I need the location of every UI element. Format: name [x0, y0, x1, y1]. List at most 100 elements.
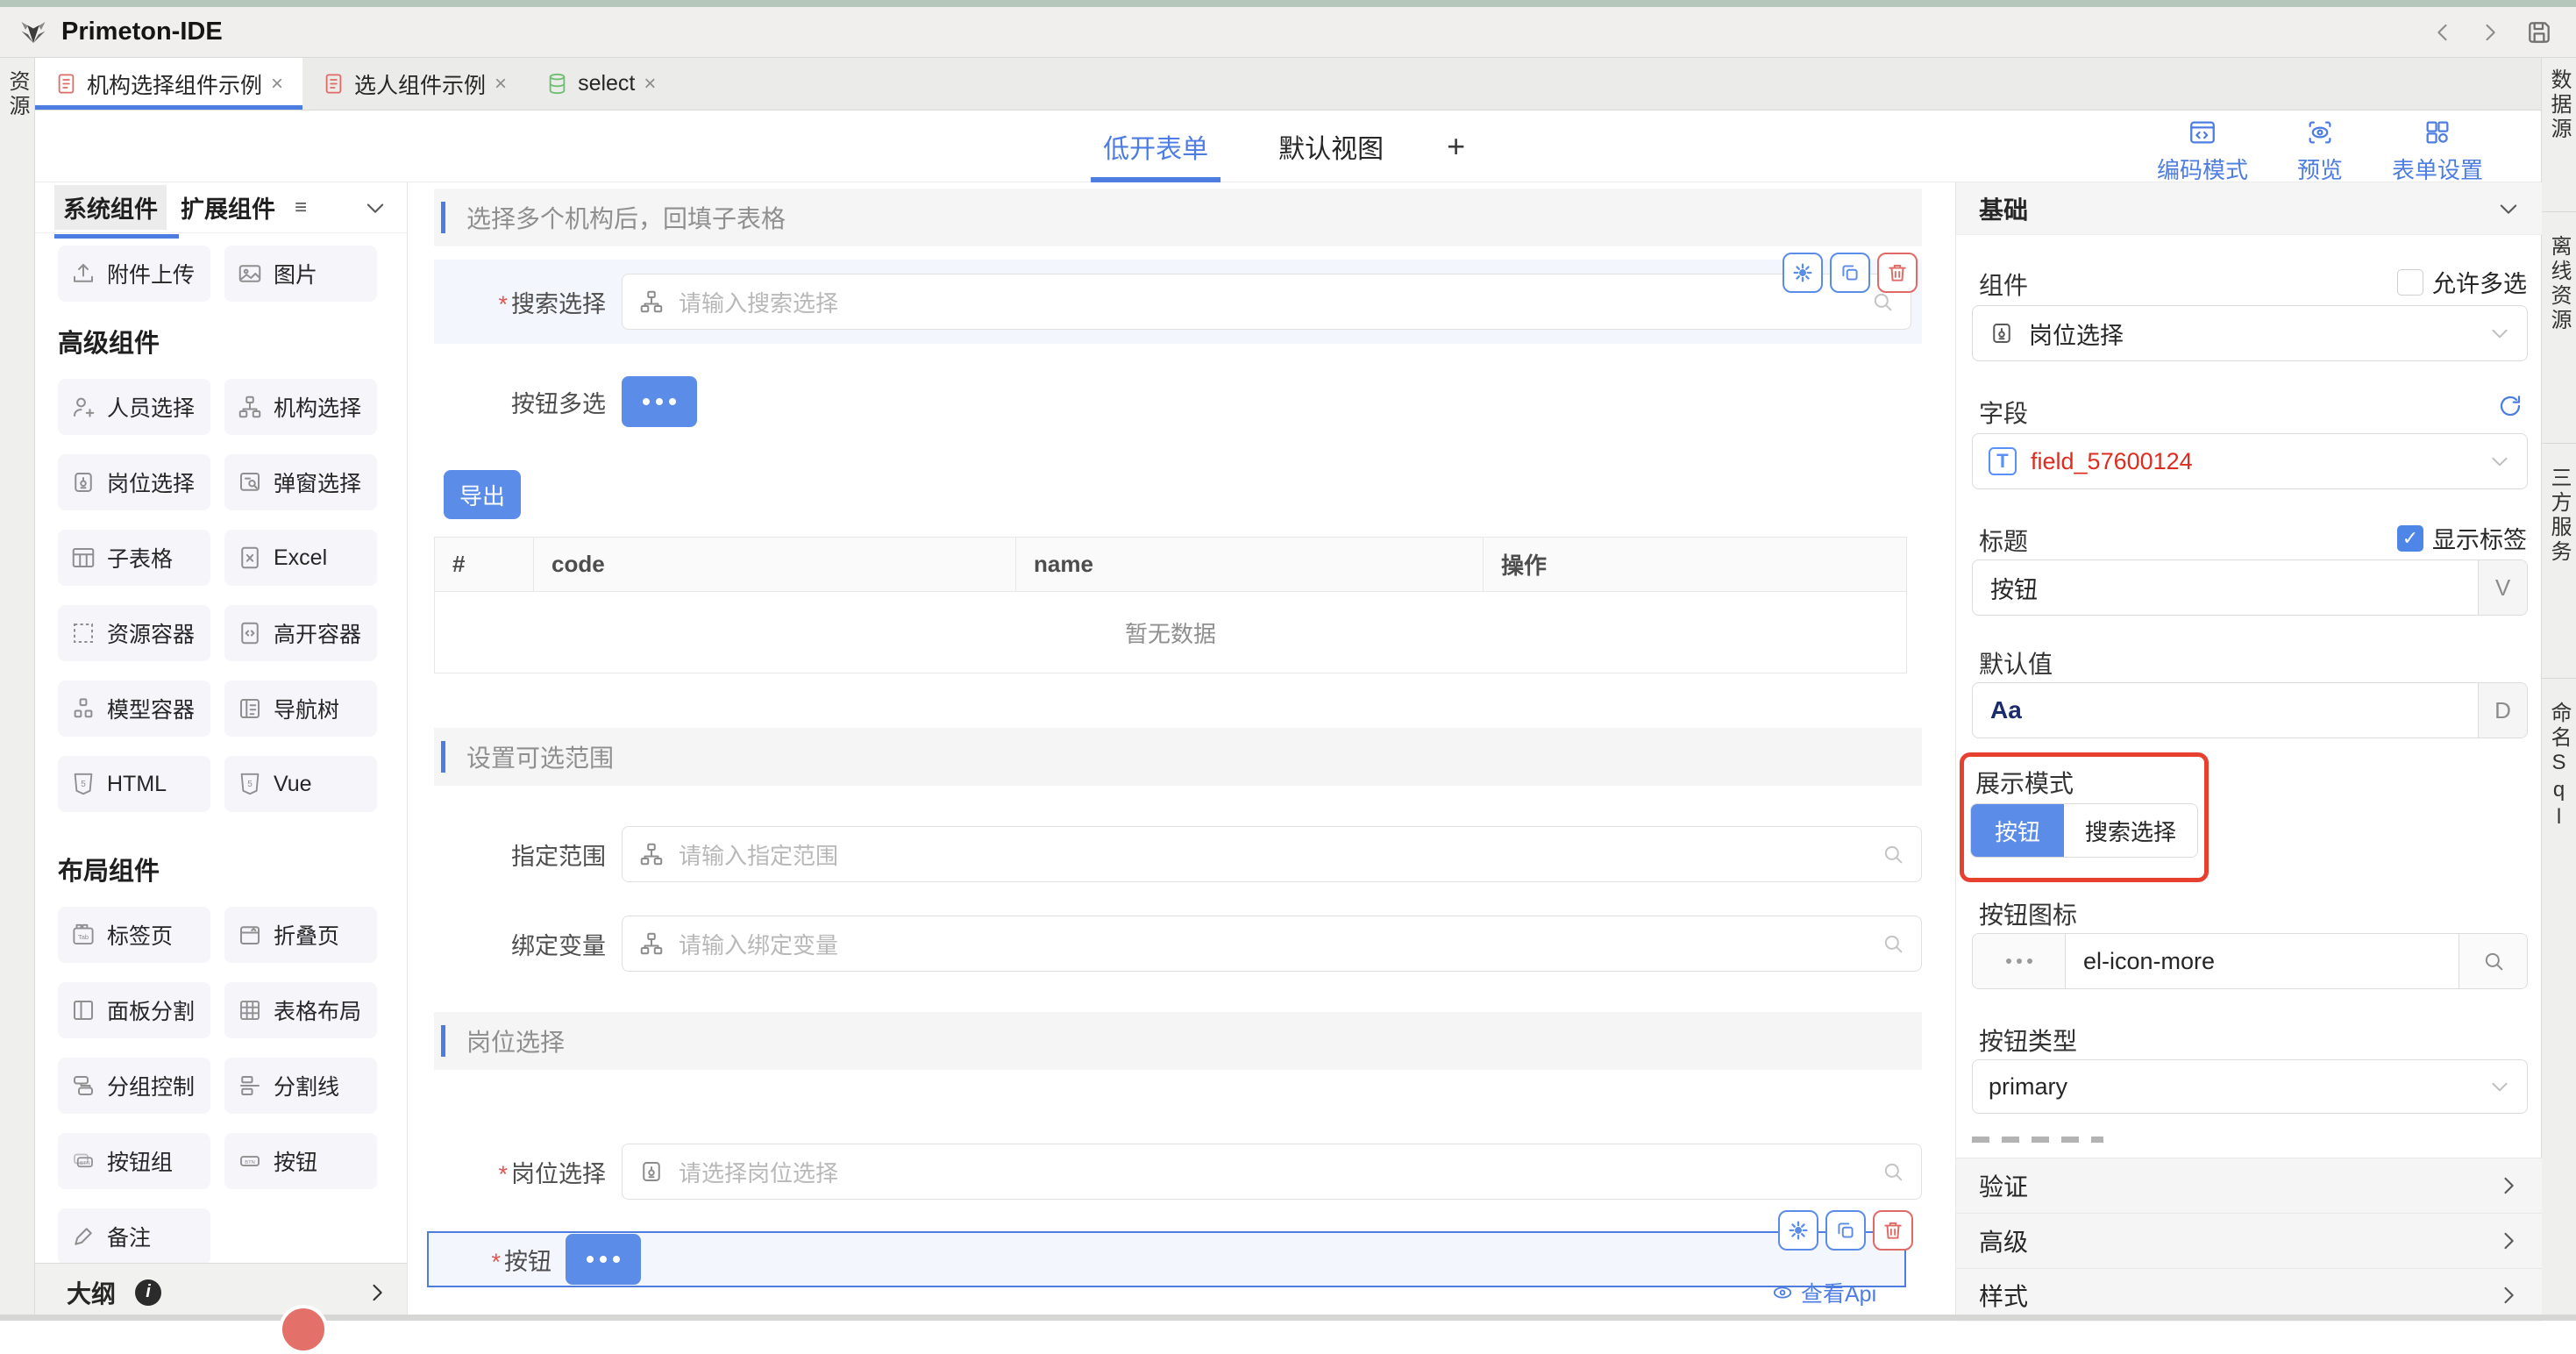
chevron-down-icon[interactable] [363, 196, 388, 220]
group-header-validation[interactable]: 验证 [1956, 1158, 2542, 1213]
component-item[interactable]: 人员选择 [58, 379, 210, 435]
more-button[interactable] [622, 376, 697, 427]
addon-v[interactable]: V [2478, 560, 2527, 615]
group-header-advanced[interactable]: 高级 [1956, 1213, 2542, 1268]
rail-item-offline-resources[interactable]: 离线资源 [2544, 235, 2574, 443]
component-item[interactable]: 子表格 [58, 530, 210, 586]
component-item[interactable]: 标签页 [58, 907, 210, 963]
export-button[interactable]: 导出 [444, 470, 521, 519]
delete-action-button[interactable] [1877, 253, 1918, 293]
code-mode-button[interactable]: 编码模式 [2157, 118, 2248, 185]
component-item[interactable]: 高开容器 [224, 605, 377, 661]
settings-action-button[interactable] [1783, 253, 1823, 293]
close-icon[interactable]: × [495, 72, 507, 96]
component-item[interactable]: 表格布局 [224, 982, 377, 1038]
preview-button[interactable]: 预览 [2297, 118, 2343, 185]
component-item[interactable]: 导航树 [224, 681, 377, 737]
field-row-button-multi[interactable]: 按钮多选 [434, 375, 1922, 428]
more-button[interactable] [566, 1234, 641, 1285]
checkbox-unchecked[interactable] [2397, 269, 2423, 296]
group-header-basic[interactable]: 基础 [1956, 182, 2542, 235]
tab-system-components[interactable]: 系统组件 [54, 185, 167, 230]
doc-tab-select[interactable]: select × [526, 58, 675, 110]
component-item[interactable]: 模型容器 [58, 681, 210, 737]
component-item[interactable]: 机构选择 [224, 379, 377, 435]
close-icon[interactable]: × [644, 72, 656, 96]
view-tab-lowcode-form[interactable]: 低开表单 [1096, 110, 1215, 182]
component-item[interactable]: 折叠页 [224, 907, 377, 963]
list-view-icon[interactable]: ≡ [295, 196, 307, 220]
settings-action-button[interactable] [1778, 1210, 1818, 1251]
field-row-range[interactable]: 指定范围 请输入指定范围 [434, 826, 1922, 882]
checkbox-checked[interactable]: ✓ [2397, 525, 2423, 552]
search-icon[interactable] [1881, 931, 1905, 956]
component-item[interactable]: 附件上传 [58, 246, 210, 302]
outline-bar[interactable]: 大纲 i [35, 1263, 407, 1321]
view-tab-default-view[interactable]: 默认视图 [1271, 110, 1391, 182]
component-item[interactable]: 面板分割 [58, 982, 210, 1038]
tab-extension-components[interactable]: 扩展组件 [181, 190, 275, 224]
component-item[interactable]: 岗位选择 [58, 454, 210, 510]
search-icon[interactable] [1870, 289, 1895, 314]
copy-action-button[interactable] [1825, 1210, 1866, 1251]
field-row-post-select[interactable]: *岗位选择 请选择岗位选择 [434, 1144, 1922, 1200]
rail-item-named-sql[interactable]: 命名Sql [2544, 702, 2574, 912]
rail-item-third-party[interactable]: 三方服务 [2544, 467, 2574, 678]
title-input[interactable]: 按钮 V [1972, 559, 2528, 616]
nav-forward-icon[interactable] [2478, 20, 2502, 45]
default-value-input[interactable]: Aa D [1972, 682, 2528, 738]
view-tabs: 低开表单 默认视图 + [1096, 110, 1465, 182]
component-item[interactable]: 分割线 [224, 1058, 377, 1114]
doc-tab-person-select-demo[interactable]: 选人组件示例 × [302, 58, 526, 110]
post-select-input[interactable]: 请选择岗位选择 [622, 1144, 1922, 1200]
icon-search-button[interactable] [2459, 934, 2527, 988]
component-item[interactable]: 按钮 [224, 1133, 377, 1189]
component-item[interactable]: Excel [224, 530, 377, 586]
close-icon[interactable]: × [271, 72, 283, 96]
selected-field-row-button[interactable]: *按钮 [427, 1231, 1906, 1287]
excel-icon [237, 545, 263, 571]
view-api-link[interactable]: 查看Api [1771, 1277, 1876, 1308]
field-row-search-select[interactable]: *搜索选择 请输入搜索选择 [434, 260, 1922, 344]
field-row-bind-variable[interactable]: 绑定变量 请输入绑定变量 [434, 916, 1922, 972]
range-input[interactable]: 请输入指定范围 [622, 826, 1922, 882]
addon-d[interactable]: D [2478, 683, 2527, 738]
refresh-icon[interactable] [2497, 393, 2523, 419]
form-settings-button[interactable]: 表单设置 [2392, 118, 2483, 185]
field-select[interactable]: T field_57600124 [1972, 433, 2528, 489]
component-select[interactable]: 岗位选择 [1972, 305, 2528, 361]
add-view-button[interactable]: + [1447, 128, 1465, 165]
bind-variable-input[interactable]: 请输入绑定变量 [622, 916, 1922, 972]
component-item[interactable]: Vue [224, 756, 377, 812]
search-icon[interactable] [1881, 842, 1905, 866]
group-header-style[interactable]: 样式 [1956, 1268, 2542, 1322]
search-icon[interactable] [1881, 1159, 1905, 1184]
show-label-checkbox[interactable]: ✓ 显示标签 [2397, 521, 2527, 555]
component-item[interactable]: 备注 [58, 1208, 210, 1265]
component-item-label: 面板分割 [107, 994, 195, 1026]
delete-action-button[interactable] [1873, 1210, 1913, 1251]
component-item[interactable]: 图片 [224, 246, 377, 302]
component-item[interactable]: 弹窗选择 [224, 454, 377, 510]
component-item[interactable]: 按钮组 [58, 1133, 210, 1189]
component-item[interactable]: HTML [58, 756, 210, 812]
nav-back-icon[interactable] [2430, 20, 2455, 45]
chevron-right-icon[interactable] [365, 1280, 389, 1305]
copy-action-button[interactable] [1830, 253, 1870, 293]
notification-badge[interactable] [279, 1305, 328, 1354]
doc-tab-org-select-demo[interactable]: 机构选择组件示例 × [35, 58, 302, 110]
search-select-input[interactable]: 请输入搜索选择 [622, 274, 1911, 330]
component-item[interactable]: 资源容器 [58, 605, 210, 661]
rail-item-datasource[interactable]: 数据源 [2544, 68, 2574, 211]
left-rail-resources[interactable]: 资源 [2, 70, 32, 119]
info-icon[interactable]: i [135, 1279, 161, 1306]
code-file-icon [237, 620, 263, 646]
component-item[interactable]: 分组控制 [58, 1058, 210, 1114]
component-grid-layout: 标签页折叠页面板分割表格布局分组控制分割线按钮组按钮备注 [58, 907, 377, 1265]
allow-multi-checkbox[interactable]: 允许多选 [2397, 265, 2527, 299]
save-icon[interactable] [2525, 18, 2553, 46]
component-sidebar: 系统组件 扩展组件 ≡ 附件上传图片 高级组件 人员选择机构选择岗位选择弹窗选择… [35, 182, 408, 1321]
button-icon-input-group[interactable]: el-icon-more [1972, 933, 2528, 989]
button-type-select[interactable]: primary [1972, 1059, 2528, 1114]
component-item-label: 弹窗选择 [274, 467, 361, 498]
